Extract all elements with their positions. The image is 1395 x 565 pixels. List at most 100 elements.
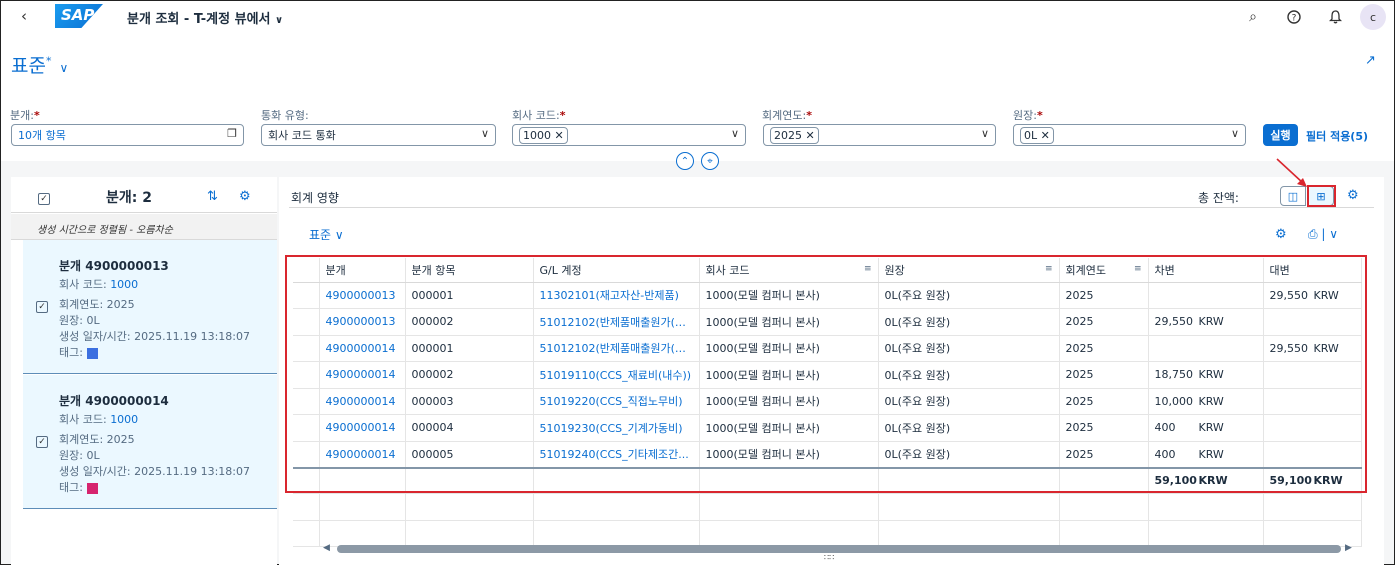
pin-header-icon[interactable]: ⌖ <box>701 152 719 170</box>
filter-label-journal-entry: 분개:* <box>10 109 40 122</box>
avatar[interactable]: c <box>1360 4 1386 30</box>
app-title-text: 분개 조회 - T-계정 뷰에서 <box>127 12 271 27</box>
list-item[interactable]: ✓ 분개 4900000013 회사 코드: 1000 회계연도: 2025 원… <box>23 240 277 374</box>
empty-cell <box>878 520 1060 547</box>
empty-cell <box>533 493 700 521</box>
empty-cell <box>878 493 1060 521</box>
item-company: 회사 코드: 1000 <box>59 413 139 426</box>
empty-cell <box>699 520 879 547</box>
apply-filter-button[interactable]: 필터 적용(5) <box>1306 128 1368 144</box>
item-tag: 태그: <box>59 344 98 360</box>
item-checkbox[interactable]: ✓ <box>36 436 48 448</box>
bell-icon[interactable] <box>1325 7 1345 27</box>
variant-modified-marker: * <box>45 54 52 68</box>
sort-icon[interactable]: ⇅ <box>207 189 218 204</box>
fiscal-year-token[interactable]: 2025 ✕ <box>770 126 819 144</box>
filter-label-fiscal-year: 회계연도:* <box>762 109 812 122</box>
settings-gear-icon[interactable]: ⚙ <box>1347 188 1359 203</box>
list-header: ✓ 분개: 2 ⇅ ⚙ <box>11 177 277 213</box>
item-year: 회계연도: 2025 <box>59 298 135 311</box>
search-icon[interactable]: ⌕ <box>1243 7 1263 27</box>
variant-selector[interactable]: 표준* ∨ <box>11 51 68 78</box>
empty-cell <box>1059 493 1149 521</box>
resize-handle-icon[interactable]: ∷∷ <box>824 553 834 562</box>
shell-bar: ‹ SAP 분개 조회 - T-계정 뷰에서 ∨ ⌕ ? c <box>1 1 1394 33</box>
journal-entry-field[interactable]: 10개 항목 ❐ <box>11 124 244 146</box>
settings-gear-icon[interactable]: ⚙ <box>239 189 251 204</box>
share-icon[interactable]: ↗ <box>1365 53 1376 68</box>
variant-name: 표준 <box>11 55 46 77</box>
collapse-header-icon[interactable]: ⌃ <box>676 152 694 170</box>
app-title[interactable]: 분개 조회 - T-계정 뷰에서 ∨ <box>127 8 283 27</box>
fiscal-year-field[interactable]: 2025 ✕ ∨ <box>763 124 996 146</box>
empty-cell <box>319 520 406 547</box>
empty-cell <box>1059 520 1149 547</box>
divider <box>289 207 1374 208</box>
empty-cell <box>293 493 320 521</box>
company-link[interactable]: 1000 <box>110 278 138 291</box>
logo-text: SAP <box>61 6 95 24</box>
panel-title: 회계 영향 <box>291 191 339 205</box>
list-item[interactable]: ✓ 분개 4900000014 회사 코드: 1000 회계연도: 2025 원… <box>23 375 277 509</box>
item-tag: 태그: <box>59 479 98 495</box>
empty-cell <box>319 493 406 521</box>
tag-color-swatch <box>86 347 98 359</box>
ledger-token[interactable]: 0L ✕ <box>1020 126 1054 144</box>
empty-row <box>293 493 1362 521</box>
filter-label-currency-type: 통화 유형: <box>261 109 309 122</box>
scroll-left-icon[interactable]: ◀ <box>323 543 330 553</box>
chevron-down-icon[interactable]: ∨ <box>481 127 489 140</box>
item-created: 생성 일자/시간: 2025.11.19 13:18:07 <box>59 330 251 343</box>
scrollbar-thumb[interactable] <box>337 545 1341 553</box>
empty-cell <box>533 520 700 547</box>
item-company: 회사 코드: 1000 <box>59 278 139 291</box>
sort-info: 생성 시간으로 정렬됨 - 오름차순 <box>11 214 277 240</box>
execute-button[interactable]: 실행 <box>1263 124 1298 146</box>
chevron-down-icon[interactable]: ∨ <box>731 127 739 140</box>
empty-cell <box>1263 493 1362 521</box>
item-title: 분개 4900000013 <box>59 259 169 273</box>
sap-logo[interactable]: SAP <box>55 4 103 28</box>
item-year: 회계연도: 2025 <box>59 433 135 446</box>
help-icon[interactable]: ? <box>1284 7 1304 27</box>
company-code-token[interactable]: 1000 ✕ <box>519 126 568 144</box>
chevron-down-icon: ∨ <box>59 61 69 75</box>
select-all-checkbox[interactable]: ✓ <box>38 193 50 205</box>
item-ledger: 원장: 0L <box>59 449 100 462</box>
back-icon[interactable]: ‹ <box>21 7 27 25</box>
item-created: 생성 일자/시간: 2025.11.19 13:18:07 <box>59 465 251 478</box>
value-help-icon[interactable]: ❐ <box>227 127 237 140</box>
chevron-down-icon: ∨ <box>275 15 284 26</box>
chevron-down-icon[interactable]: ∨ <box>1231 127 1239 140</box>
filter-label-ledger: 원장:* <box>1013 109 1043 122</box>
filter-header: 표준* ∨ ↗ 분개:* 10개 항목 ❐ 통화 유형: 회사 코드 통화 ∨ 회… <box>1 33 1394 170</box>
table-settings-icon[interactable]: ⚙ <box>1275 227 1287 242</box>
chevron-down-icon[interactable]: ∨ <box>981 127 989 140</box>
company-link[interactable]: 1000 <box>110 413 138 426</box>
total-balance-label: 총 잔액: <box>1198 191 1239 205</box>
currency-type-select[interactable]: 회사 코드 통화 ∨ <box>261 124 496 146</box>
table-highlight-frame <box>285 255 1367 493</box>
table-variant-selector[interactable]: 표준 ∨ <box>309 226 344 243</box>
empty-cell <box>405 520 534 547</box>
empty-cell <box>405 493 534 521</box>
journal-entry-value: 10개 항목 <box>18 129 66 142</box>
tag-color-swatch <box>86 482 98 494</box>
empty-cell <box>1148 520 1264 547</box>
item-title: 분개 4900000014 <box>59 394 169 408</box>
currency-type-value: 회사 코드 통화 <box>268 129 336 142</box>
empty-cell <box>293 520 320 547</box>
red-arrow-annotation <box>1276 158 1307 187</box>
empty-row <box>293 520 1362 547</box>
company-code-field[interactable]: 1000 ✕ ∨ <box>512 124 746 146</box>
empty-cell <box>699 493 879 521</box>
export-icon[interactable]: ⎙ | ∨ <box>1308 227 1338 242</box>
ledger-field[interactable]: 0L ✕ ∨ <box>1013 124 1246 146</box>
item-checkbox[interactable]: ✓ <box>36 301 48 313</box>
scroll-right-icon[interactable]: ▶ <box>1345 543 1352 553</box>
svg-text:?: ? <box>1292 14 1297 24</box>
list-title: 분개: 2 <box>106 190 152 206</box>
empty-cell <box>1148 493 1264 521</box>
item-ledger: 원장: 0L <box>59 314 100 327</box>
horizontal-scrollbar[interactable]: ◀ ▶ <box>323 543 1353 553</box>
